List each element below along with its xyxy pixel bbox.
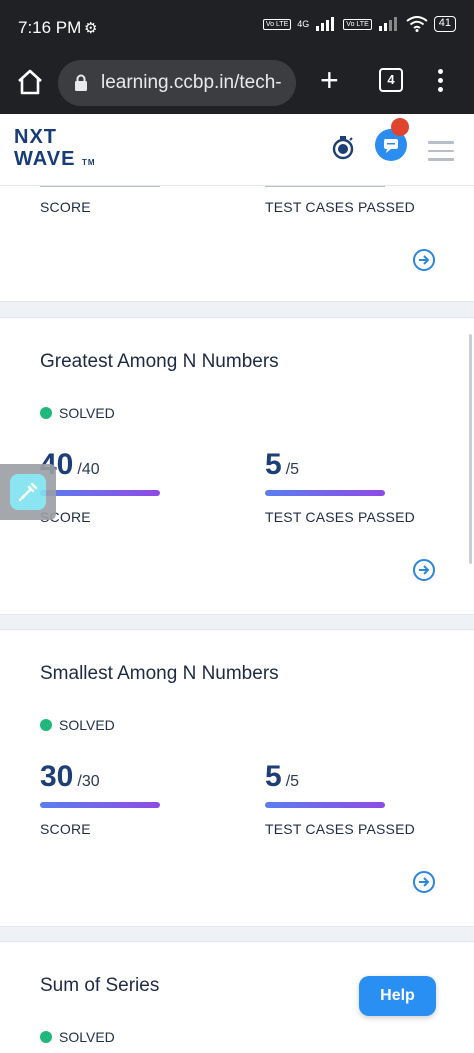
tests-progress-bar xyxy=(265,186,385,187)
hamburger-menu-icon[interactable] xyxy=(428,141,454,167)
battery-icon: 41 xyxy=(433,16,456,32)
problem-title[interactable]: Sum of Series xyxy=(40,975,159,997)
score-progress-bar xyxy=(40,490,160,496)
tests-label: TEST CASES PASSED xyxy=(265,199,415,215)
tests-label: TEST CASES PASSED xyxy=(265,821,415,837)
open-problem-button[interactable] xyxy=(413,559,435,581)
tests-metric: 5/5 xyxy=(265,760,299,794)
network-tag: 4G xyxy=(297,19,310,29)
tests-value: 5 xyxy=(265,760,282,793)
score-metric: 30/30 xyxy=(40,760,100,794)
signal-icon xyxy=(316,17,335,31)
score-progress-bar xyxy=(40,186,160,187)
status-badge: SOLVED xyxy=(40,1029,115,1045)
signal-icon-2 xyxy=(378,17,397,31)
open-problem-button[interactable] xyxy=(413,871,435,893)
status-indicators: Vo LTE 4G Vo LTE 41 xyxy=(262,16,456,32)
open-problem-button[interactable] xyxy=(413,249,435,271)
solved-dot-icon xyxy=(40,1031,52,1043)
notification-dot xyxy=(391,118,409,136)
tests-progress-bar xyxy=(265,802,385,808)
status-time: 7:16 PM xyxy=(18,18,82,37)
problem-card-partial: SCORE TEST CASES PASSED xyxy=(0,186,474,302)
score-value: 30 xyxy=(40,760,74,793)
logo-line2-wrap: WAVE TM xyxy=(14,148,96,174)
browser-toolbar: learning.ccbp.in/tech- + 4 xyxy=(0,56,474,114)
sim1-badge: Vo LTE xyxy=(262,18,292,30)
problem-title[interactable]: Smallest Among N Numbers xyxy=(40,663,279,685)
problems-list[interactable]: SCORE TEST CASES PASSED Greatest Among N… xyxy=(0,186,474,1053)
lock-icon xyxy=(75,74,87,91)
arrow-right-icon xyxy=(419,565,430,575)
logo-tm: TM xyxy=(81,158,96,167)
eyedropper-icon xyxy=(10,474,46,510)
address-bar[interactable]: learning.ccbp.in/tech- xyxy=(58,60,296,106)
tests-label: TEST CASES PASSED xyxy=(265,509,415,525)
eyedropper-glyph xyxy=(18,482,38,502)
wifi-icon xyxy=(406,16,428,32)
problem-title[interactable]: Greatest Among N Numbers xyxy=(40,351,279,373)
home-icon[interactable] xyxy=(14,66,46,98)
tests-value: 5 xyxy=(265,448,282,481)
solved-dot-icon xyxy=(40,407,52,419)
status-text: SOLVED xyxy=(59,405,115,421)
status-badge: SOLVED xyxy=(40,405,115,421)
status-text: SOLVED xyxy=(59,717,115,733)
status-text: SOLVED xyxy=(59,1029,115,1045)
sim2-badge: Vo LTE xyxy=(343,18,372,30)
logo-line2: WAVE xyxy=(14,148,76,170)
url-text: learning.ccbp.in/tech- xyxy=(101,72,282,93)
problem-card: Greatest Among N Numbers SOLVED 40/40 SC… xyxy=(0,317,474,615)
tab-switcher-button[interactable]: 4 xyxy=(379,68,403,92)
nxtwave-logo[interactable]: NXT WAVE TM xyxy=(14,126,96,174)
gear-icon: ⚙ xyxy=(84,20,98,37)
status-bar: 7:16 PM ⚙ Vo LTE 4G Vo LTE 41 xyxy=(0,0,474,56)
tests-max: /5 xyxy=(285,773,300,790)
score-label: SCORE xyxy=(40,199,91,215)
solved-dot-icon xyxy=(40,719,52,731)
tests-metric: 5/5 xyxy=(265,448,299,482)
tests-max: /5 xyxy=(285,461,300,478)
logo-line1: NXT xyxy=(14,126,57,148)
arrow-right-icon xyxy=(419,877,430,887)
score-max: /30 xyxy=(77,773,100,790)
stopwatch-icon[interactable] xyxy=(330,134,356,160)
scrollbar[interactable] xyxy=(469,334,472,564)
score-label: SCORE xyxy=(40,821,91,837)
score-max: /40 xyxy=(77,461,100,478)
problem-card: Smallest Among N Numbers SOLVED 30/30 SC… xyxy=(0,629,474,927)
tests-progress-bar xyxy=(265,490,385,496)
floating-tool-button[interactable] xyxy=(0,464,56,520)
help-button[interactable]: Help xyxy=(359,976,436,1016)
new-tab-button[interactable]: + xyxy=(320,62,339,98)
arrow-right-icon xyxy=(419,255,430,265)
browser-menu-icon[interactable] xyxy=(430,66,450,96)
status-badge: SOLVED xyxy=(40,717,115,733)
score-progress-bar xyxy=(40,802,160,808)
